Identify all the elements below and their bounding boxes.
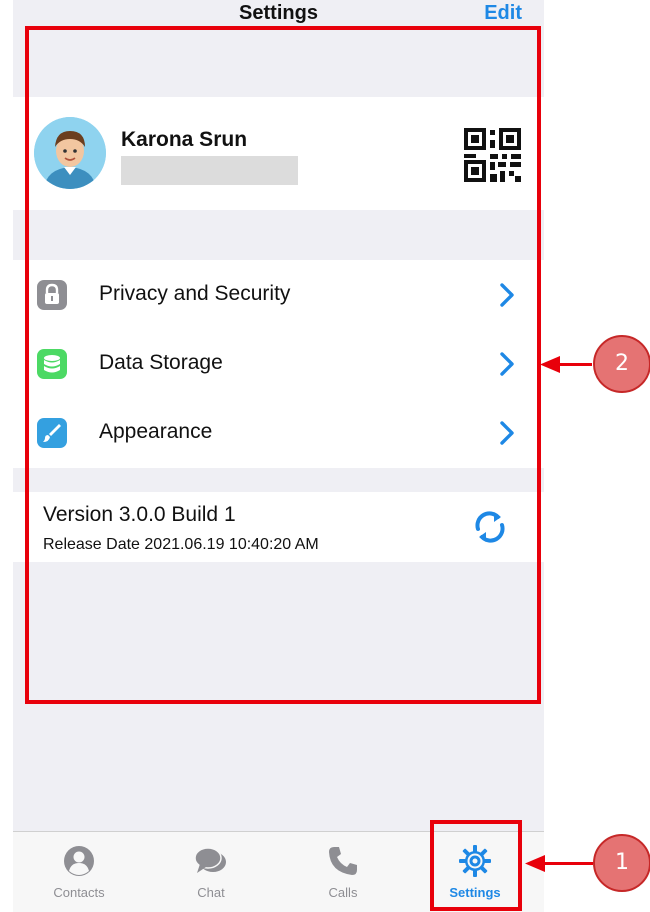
tab-label: Calls [328,885,358,900]
nav-header: Settings Edit [13,0,544,28]
annotation-arrow-1 [541,862,593,865]
page-title: Settings [239,2,318,24]
tab-chat[interactable]: Chat [145,832,277,912]
chat-bubbles-icon [194,847,226,873]
tab-label: Contacts [53,885,105,900]
phone-icon [329,847,357,875]
annotation-box-content [25,26,541,704]
arrowhead-left-icon [525,855,545,872]
tab-label: Chat [197,885,225,900]
annotation-marker-1: 1 [593,834,650,892]
annotation-box-settings-tab [430,820,522,911]
edit-button[interactable]: Edit [484,2,522,25]
arrowhead-left-icon [540,356,560,373]
tab-contacts[interactable]: Contacts [13,832,145,912]
tab-calls[interactable]: Calls [277,832,409,912]
annotation-marker-2: 2 [593,335,650,393]
annotation-arrow-2 [556,363,592,366]
person-icon [64,846,94,876]
